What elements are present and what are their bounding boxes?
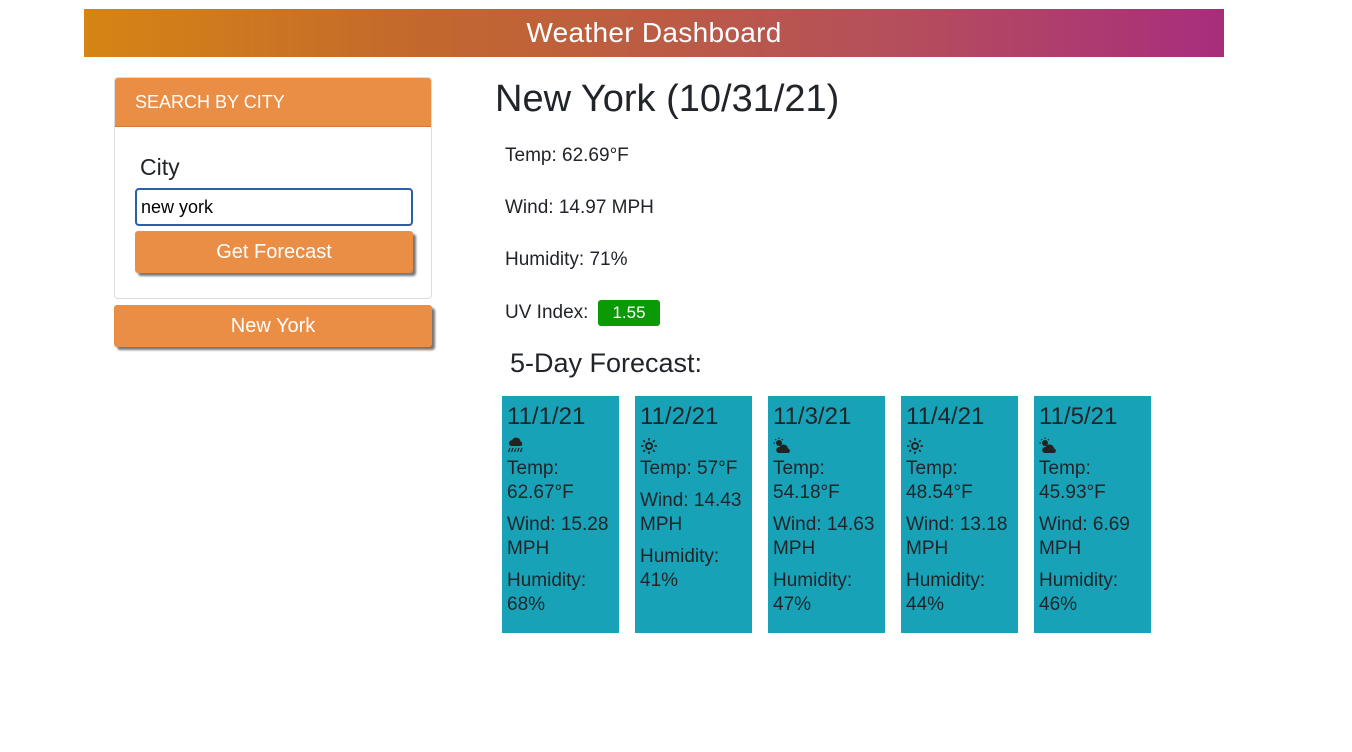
forecast-wind: Wind: 13.18 MPH <box>906 514 1008 559</box>
forecast-temp: Temp: 57°F <box>640 458 738 479</box>
forecast-wind: Wind: 14.63 MPH <box>773 514 875 559</box>
forecast-temp: Temp: 45.93°F <box>1039 458 1106 503</box>
partly-cloudy-icon <box>1039 437 1056 453</box>
forecast-card: 11/3/21 Temp: 54.18°F Wind: 14.63 MPH Hu… <box>768 396 885 633</box>
forecast-wind: Wind: 14.43 MPH <box>640 490 742 535</box>
current-humidity: Humidity: 71% <box>505 249 628 270</box>
forecast-heading: 5-Day Forecast: <box>510 348 703 378</box>
sun-icon <box>641 438 657 454</box>
partly-cloudy-icon <box>773 437 790 453</box>
forecast-date: 11/4/21 <box>906 403 985 430</box>
forecast-humidity: Humidity: 68% <box>507 570 587 615</box>
uv-index-label: UV Index: <box>505 302 589 323</box>
uv-index-badge: 1.55 <box>598 300 660 326</box>
page-header: Weather Dashboard <box>84 9 1224 57</box>
forecast-humidity: Humidity: 44% <box>906 570 986 615</box>
forecast-card: 11/2/21 Temp: 57°F Wind: 14.43 MPH Humid… <box>635 396 752 633</box>
forecast-humidity: Humidity: 46% <box>1039 570 1119 615</box>
history-city-button[interactable]: New York <box>114 305 432 347</box>
search-card: SEARCH BY CITY City Get Forecast <box>114 77 432 299</box>
page-title: Weather Dashboard <box>526 17 782 48</box>
rain-icon <box>507 437 523 453</box>
forecast-card: 11/4/21 Temp: 48.54°F Wind: 13.18 MPH Hu… <box>901 396 1018 633</box>
forecast-date: 11/2/21 <box>640 403 719 430</box>
forecast-date: 11/5/21 <box>1039 403 1118 430</box>
forecast-temp: Temp: 54.18°F <box>773 458 840 503</box>
city-label: City <box>140 154 180 180</box>
forecast-cards: 11/1/21 Temp: 62.67°F Wind: 15.28 MPH Hu… <box>502 396 1151 633</box>
forecast-temp: Temp: 48.54°F <box>906 458 973 503</box>
search-card-header: SEARCH BY CITY <box>115 78 431 127</box>
current-wind: Wind: 14.97 MPH <box>505 197 654 218</box>
current-city-heading: New York (10/31/21) <box>495 78 840 120</box>
forecast-wind: Wind: 15.28 MPH <box>507 514 609 559</box>
forecast-card: 11/5/21 Temp: 45.93°F Wind: 6.69 MPH Hum… <box>1034 396 1151 633</box>
forecast-temp: Temp: 62.67°F <box>507 458 574 503</box>
forecast-humidity: Humidity: 41% <box>640 546 720 591</box>
sun-icon <box>907 438 923 454</box>
current-temp: Temp: 62.69°F <box>505 145 629 166</box>
forecast-card: 11/1/21 Temp: 62.67°F Wind: 15.28 MPH Hu… <box>502 396 619 633</box>
get-forecast-button[interactable]: Get Forecast <box>135 231 413 273</box>
uv-index-row: UV Index: 1.55 <box>505 300 660 326</box>
forecast-wind: Wind: 6.69 MPH <box>1039 514 1130 559</box>
forecast-humidity: Humidity: 47% <box>773 570 853 615</box>
city-search-input[interactable] <box>135 188 413 226</box>
forecast-date: 11/3/21 <box>773 403 852 430</box>
forecast-date: 11/1/21 <box>507 403 586 430</box>
